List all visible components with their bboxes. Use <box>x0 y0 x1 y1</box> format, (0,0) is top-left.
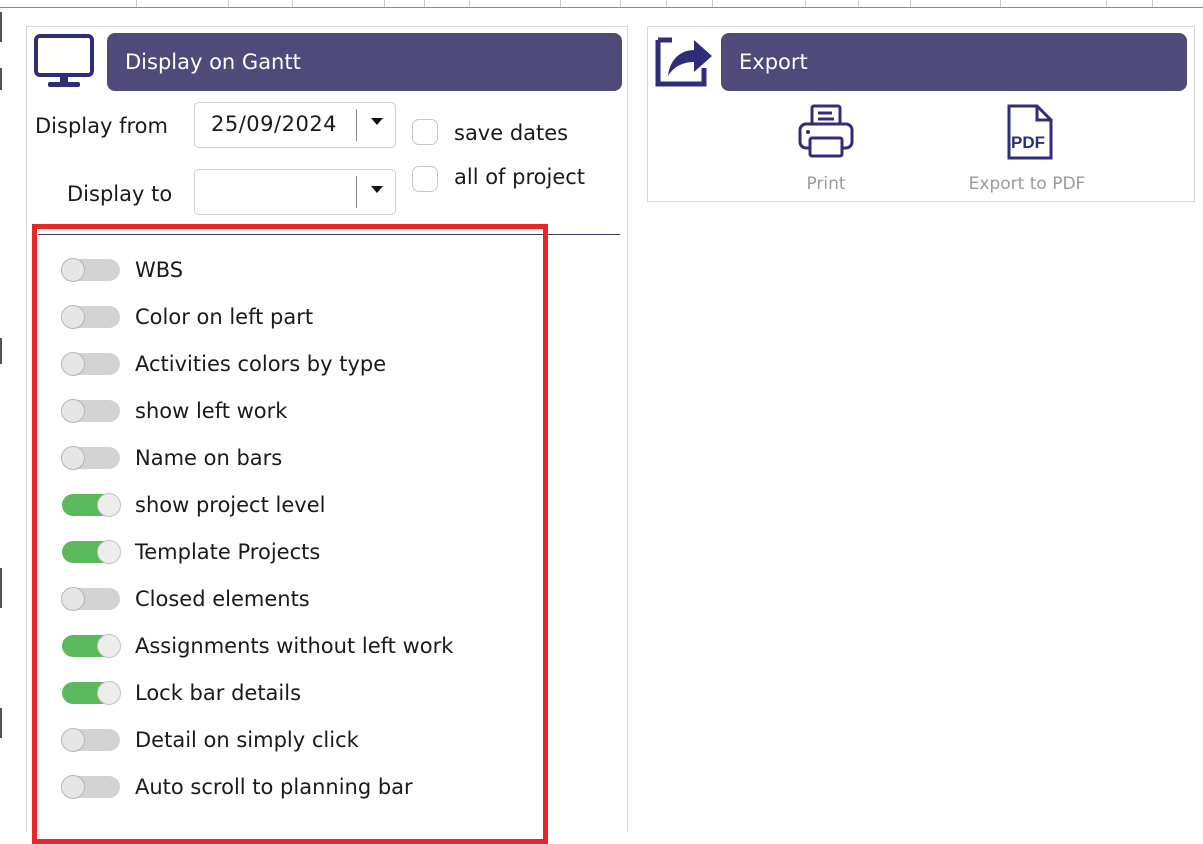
chevron-down-icon[interactable] <box>371 118 383 125</box>
display-to-date-picker[interactable] <box>194 169 396 215</box>
share-arrow-icon <box>655 37 712 87</box>
top-grid-edge <box>0 0 1203 8</box>
print-label[interactable]: Print <box>786 174 866 194</box>
display-from-label: Display from <box>35 114 168 138</box>
left-window-edge <box>0 8 2 832</box>
export-section-header: Export <box>721 33 1187 91</box>
pdf-file-icon[interactable]: PDF <box>997 104 1057 160</box>
display-to-label: Display to <box>67 182 173 206</box>
date-picker-separator <box>356 176 357 208</box>
chevron-down-icon[interactable] <box>371 186 383 193</box>
all-of-project-checkbox[interactable] <box>412 166 438 192</box>
print-button[interactable]: Print <box>786 104 866 194</box>
export-to-pdf-button[interactable]: PDF Export to PDF <box>952 104 1102 194</box>
highlight-box <box>32 224 548 844</box>
save-dates-label: save dates <box>454 121 569 145</box>
display-from-value[interactable]: 25/09/2024 <box>211 112 337 136</box>
date-picker-separator <box>356 109 357 141</box>
monitor-icon <box>34 34 94 87</box>
export-to-pdf-label[interactable]: Export to PDF <box>952 174 1102 194</box>
save-dates-checkbox[interactable] <box>412 119 438 145</box>
pdf-icon-text: PDF <box>1011 133 1045 152</box>
all-of-project-label: all of project <box>454 165 586 189</box>
printer-icon[interactable] <box>796 104 856 160</box>
display-from-date-picker[interactable]: 25/09/2024 <box>194 102 396 148</box>
display-section-header: Display on Gantt <box>107 33 622 91</box>
